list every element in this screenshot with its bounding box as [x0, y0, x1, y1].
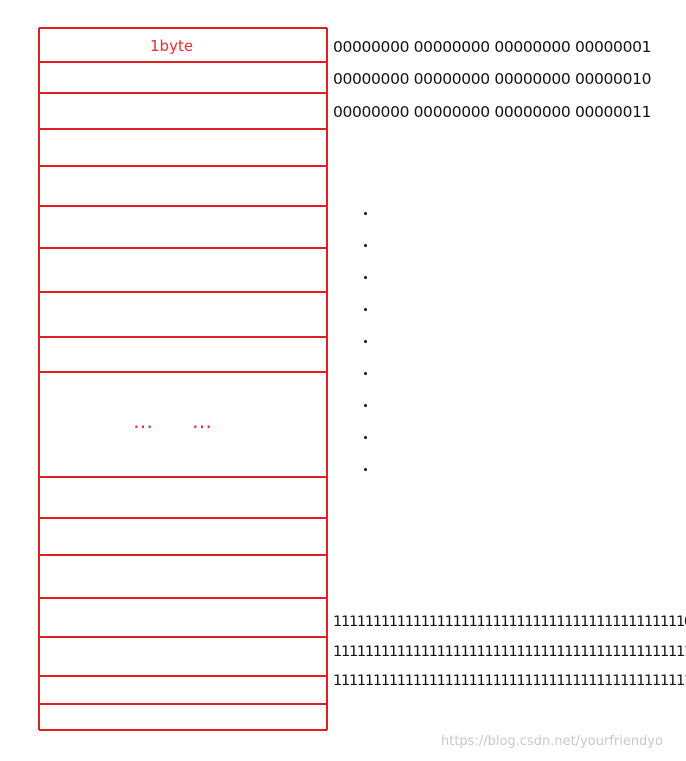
omitted-cells-ellipsis-right: …	[192, 409, 213, 433]
address-label-3: 00000000 00000000 00000000 00000011	[333, 103, 652, 121]
address-label-max-minus-2: 1111111111111111111111111111111111111111…	[333, 614, 686, 630]
dot-2	[364, 244, 367, 247]
dot-9	[364, 468, 367, 471]
address-label-2: 00000000 00000000 00000000 00000010	[333, 70, 652, 88]
dot-7	[364, 404, 367, 407]
dot-1	[364, 212, 367, 215]
dot-8	[364, 436, 367, 439]
dot-5	[364, 340, 367, 343]
omitted-cells-ellipsis-left: …	[133, 409, 154, 433]
watermark: https://blog.csdn.net/yourfriendyo	[441, 734, 663, 749]
address-label-1: 00000000 00000000 00000000 00000001	[333, 38, 652, 56]
dot-6	[364, 372, 367, 375]
dot-3	[364, 276, 367, 279]
address-label-max: 1111111111111111111111111111111111111111…	[333, 673, 686, 689]
cell-size-label: 1byte	[150, 37, 194, 55]
address-label-max-minus-1: 1111111111111111111111111111111111111111…	[333, 644, 686, 660]
dot-4	[364, 308, 367, 311]
